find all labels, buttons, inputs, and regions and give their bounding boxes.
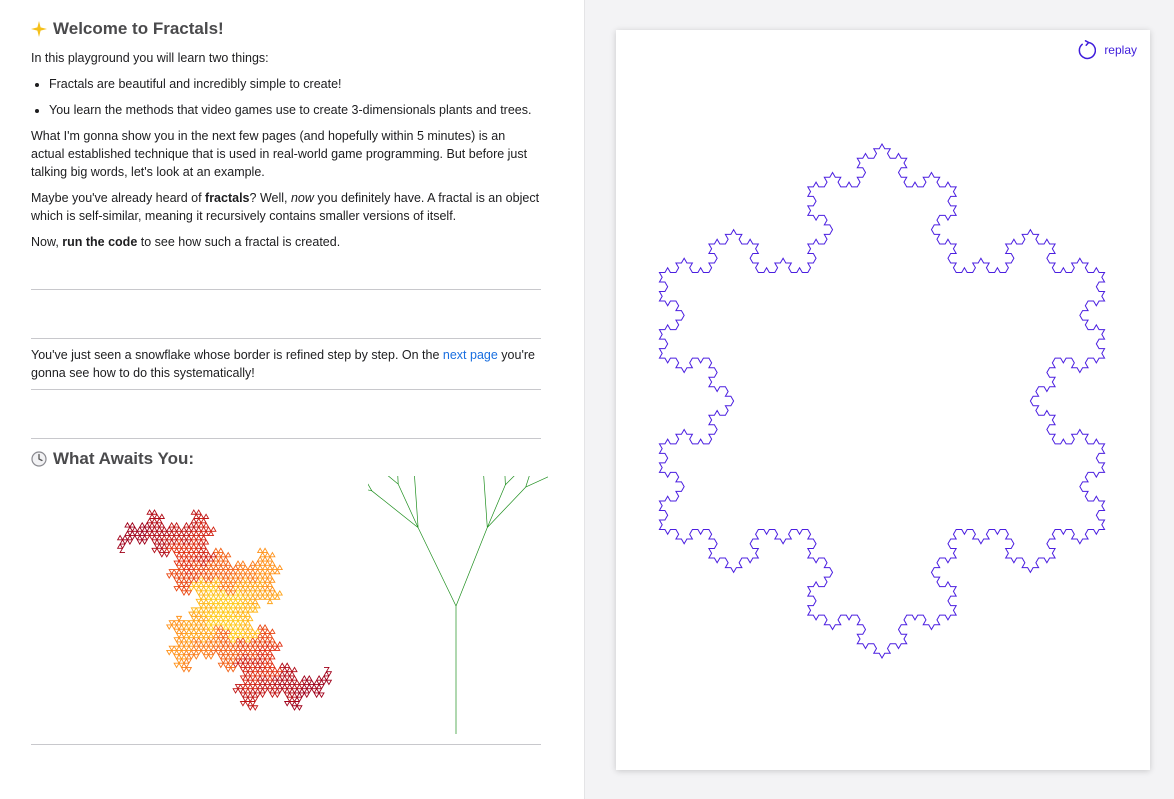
replay-label: replay (1104, 43, 1137, 57)
preview-section: What Awaits You: (31, 449, 541, 469)
preview-title: What Awaits You: (31, 449, 541, 469)
fractal-definition: Maybe you've already heard of fractals? … (31, 189, 541, 225)
next-page-link[interactable]: next page (443, 348, 498, 362)
tree-branches (368, 476, 548, 734)
dragon-segment (254, 547, 284, 596)
tree-path (368, 476, 548, 734)
result-paragraph: You've just seen a snowflake whose borde… (31, 346, 541, 382)
dragon-segment (116, 521, 153, 553)
emphasis-term: now (290, 191, 314, 205)
clock-icon (31, 451, 47, 467)
intro-section: Welcome to Fractals! In this playground … (31, 19, 541, 259)
intro-lead: In this playground you will learn two th… (31, 51, 269, 65)
live-view-canvas[interactable]: replay (616, 30, 1150, 770)
snowflake-outline (658, 143, 1106, 659)
run-instruction: Now, run the code to see how such a frac… (31, 233, 541, 251)
dragon-segment (249, 641, 284, 681)
replay-button[interactable]: replay (1076, 40, 1137, 60)
divider (31, 338, 541, 339)
dragon-segment (188, 577, 222, 617)
documentation-pane: Welcome to Fractals! In this playground … (0, 0, 584, 799)
koch-snowflake (658, 143, 1106, 659)
live-view-pane: replay (585, 0, 1174, 799)
page-title-text: Welcome to Fractals! (53, 19, 224, 38)
divider (31, 744, 541, 745)
dragon-segment (271, 662, 306, 702)
preview-title-text: What Awaits You: (53, 449, 195, 468)
text-run: to see how such a fractal is created. (137, 235, 341, 249)
sparkle-icon (31, 21, 47, 37)
text-run: ? Well, (249, 191, 291, 205)
divider (31, 389, 541, 390)
replay-icon (1076, 40, 1097, 60)
intro-bullet: Fractals are beautiful and incredibly si… (49, 75, 541, 93)
intro-bullets: Fractals are beautiful and incredibly si… (31, 75, 541, 119)
text-run: You've just seen a snowflake whose borde… (31, 348, 443, 362)
bold-term: fractals (205, 191, 250, 205)
fractal-tree-preview (368, 476, 548, 734)
intro-bullet: You learn the methods that video games u… (49, 101, 541, 119)
intro-paragraph: What I'm gonna show you in the next few … (31, 129, 528, 179)
bold-term: run the code (62, 235, 138, 249)
divider (31, 438, 541, 439)
page-title: Welcome to Fractals! (31, 19, 541, 39)
dragon-segment (232, 654, 266, 694)
text-run: Now, (31, 235, 63, 249)
dragon-curve-preview (116, 509, 333, 711)
text-run: Maybe you've already heard of (31, 191, 206, 205)
dragon-segment (232, 675, 281, 711)
dragon-segment (234, 623, 278, 660)
divider (31, 289, 541, 290)
result-section: You've just seen a snowflake whose borde… (31, 346, 541, 390)
